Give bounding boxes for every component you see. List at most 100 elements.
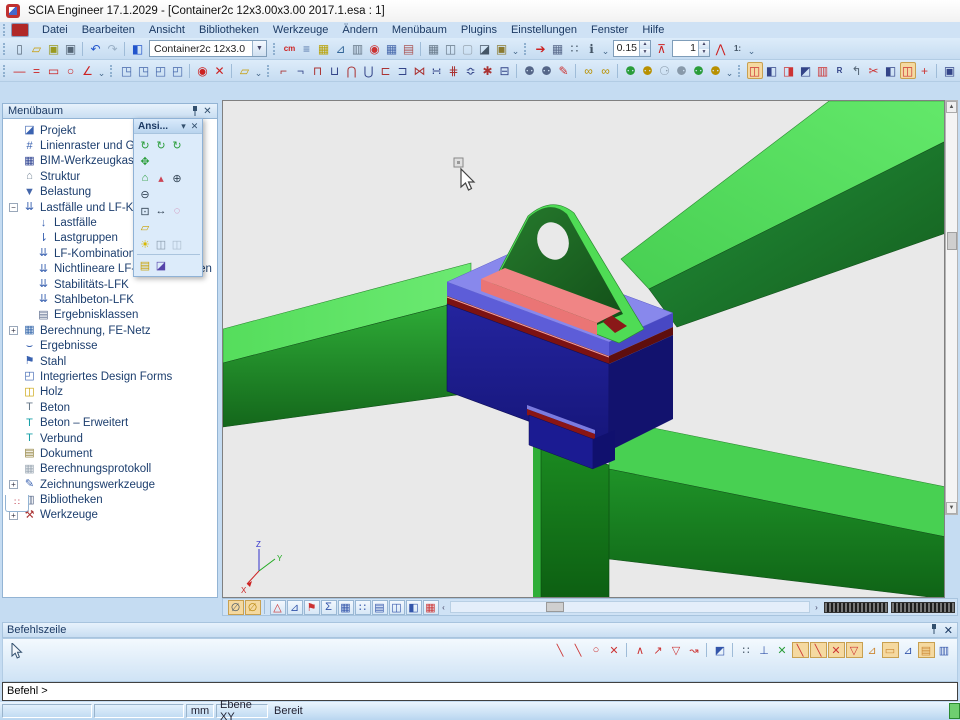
snap-edge-icon[interactable]: ╲ <box>810 642 827 658</box>
snap-icon[interactable] <box>732 643 734 657</box>
polyline-icon[interactable]: ▭ <box>46 62 62 79</box>
tool-icon[interactable] <box>231 64 233 78</box>
tree-item-design-forms[interactable]: ◰ Integriertes Design Forms <box>3 369 217 384</box>
tree-item-ergebnisklassen[interactable]: ▤ Ergebnisklassen <box>3 308 217 323</box>
people-icon[interactable]: ⚉ <box>623 62 639 79</box>
send-icon[interactable]: ➔ <box>533 40 549 57</box>
tree-item-stahl[interactable]: ⚑ Stahl <box>3 354 217 369</box>
pen-icon[interactable]: ✎ <box>556 62 572 79</box>
tool-icon[interactable]: ⌄ <box>724 62 735 79</box>
grid-icon[interactable]: ▦ <box>316 40 332 57</box>
add-select-icon[interactable]: + <box>917 62 933 79</box>
render-shade-icon[interactable]: ∅ <box>245 600 261 615</box>
member-tool-icon[interactable]: ⋃ <box>361 62 377 79</box>
double-line-icon[interactable]: = <box>29 62 45 79</box>
member-tool-icon[interactable]: ⊓ <box>310 62 326 79</box>
preview-icon[interactable]: ◫ <box>443 40 459 57</box>
select-all-icon[interactable]: ◫ <box>900 62 916 79</box>
resize-grip[interactable] <box>949 703 960 719</box>
render-wire-icon[interactable]: ∅ <box>228 600 244 615</box>
close-icon[interactable]: ✕ <box>944 624 953 637</box>
ucs-icon[interactable]: ⊿ <box>333 40 349 57</box>
menu-item[interactable]: Plugins <box>454 22 504 38</box>
snap-node-icon[interactable]: ╲ <box>792 642 809 658</box>
member-tool-icon[interactable]: ⋈ <box>412 62 428 79</box>
member-tool-icon[interactable]: ∺ <box>429 62 445 79</box>
line-icon[interactable]: — <box>12 62 28 79</box>
view-toolbar-floating[interactable]: Ansi... ▾ ✕ ↻↻↻✥⌂▴⊕⊖⊡↔◌▱☀◫◫▤◪ <box>133 118 203 277</box>
connect-icon[interactable]: ⚉ <box>522 62 538 79</box>
member-tool-icon[interactable]: ⊏ <box>378 62 394 79</box>
snap-cursor-icon[interactable]: ◩ <box>712 642 729 658</box>
show-window-icon[interactable]: ◫ <box>389 600 405 615</box>
render2-icon[interactable]: ◫ <box>170 237 185 252</box>
show-window2-icon[interactable]: ◧ <box>406 600 422 615</box>
tool-icon[interactable] <box>273 43 278 55</box>
snap-icon[interactable] <box>706 643 708 657</box>
menu-item[interactable]: Fenster <box>584 22 635 38</box>
tool-icon[interactable] <box>189 64 191 78</box>
snap-grid-icon[interactable]: ∷ <box>738 642 755 658</box>
walk-mode-icon[interactable]: ▴ <box>154 171 169 186</box>
tool-icon[interactable] <box>110 65 115 77</box>
select-node-icon[interactable]: ◫ <box>747 62 763 79</box>
info-icon[interactable]: ℹ <box>584 40 600 57</box>
menu-item[interactable]: Bearbeiten <box>75 22 142 38</box>
tree-item-holz[interactable]: ◫ Holz <box>3 385 217 400</box>
snap-icon[interactable] <box>626 643 628 657</box>
snap-surface-icon[interactable]: ▭ <box>882 642 899 658</box>
snap-angle-icon[interactable]: ⊿ <box>900 642 917 658</box>
zoom-home-icon[interactable]: ⌂ <box>138 171 153 186</box>
combo-dropdown-icon[interactable]: ▼ <box>252 41 266 56</box>
dots-icon[interactable]: ∷ <box>567 40 583 57</box>
show-doc-icon[interactable]: ▤ <box>372 600 388 615</box>
angle-draw-icon[interactable]: ∠ <box>80 62 96 79</box>
tree-item-beton-erweitert[interactable]: T Beton – Erweitert <box>3 415 217 430</box>
member-tool-icon[interactable]: ⊐ <box>395 62 411 79</box>
menu-item[interactable]: Ändern <box>335 22 384 38</box>
cut-icon[interactable]: ✂ <box>866 62 882 79</box>
people-icon[interactable]: ⚉ <box>691 62 707 79</box>
zoom-out-icon[interactable]: ⊖ <box>138 187 153 202</box>
angle-icon[interactable]: ⋀ <box>713 40 729 57</box>
show-axes-icon[interactable]: △ <box>270 600 286 615</box>
tree-expander-icon[interactable]: + <box>9 480 18 489</box>
snap-circle-icon[interactable]: ○ <box>588 642 605 658</box>
project-combo[interactable]: Container2c 12x3.0 ▼ <box>149 40 267 57</box>
show-points-icon[interactable]: ∷ <box>355 600 371 615</box>
show-layers-icon[interactable]: ▦ <box>338 600 354 615</box>
scroll-up-icon[interactable]: ▲ <box>946 101 957 113</box>
protocol-icon[interactable]: ▢ <box>460 40 476 57</box>
command-input[interactable]: Befehl > <box>2 682 958 701</box>
windows-icon[interactable]: ▦ <box>384 40 400 57</box>
delete-icon[interactable]: ✕ <box>212 62 228 79</box>
marker-icon[interactable]: ⊼ <box>654 40 670 57</box>
member-tool-icon[interactable]: ⊔ <box>327 62 343 79</box>
people-icon[interactable]: ⚉ <box>708 62 724 79</box>
layers-icon[interactable]: ≡ <box>299 40 315 57</box>
chevron-down-icon[interactable]: ▾ <box>178 121 189 132</box>
snap-cross-icon[interactable]: ✕ <box>606 642 623 658</box>
view-z-icon[interactable]: ↻ <box>170 138 185 153</box>
table-icon[interactable]: ▤ <box>401 40 417 57</box>
close-icon[interactable]: ✕ <box>189 121 200 132</box>
count-spinner[interactable]: 1 ▲▼ <box>672 40 710 57</box>
tree-item-bibliotheken[interactable]: + ▥ Bibliotheken <box>3 492 217 507</box>
pin-icon[interactable] <box>188 105 201 118</box>
tree-item-stabilitaets-lfk[interactable]: ⇊ Stabilitäts-LFK <box>3 277 217 292</box>
view-axo-icon[interactable]: ✥ <box>138 154 153 169</box>
member-tool-icon[interactable]: ≎ <box>463 62 479 79</box>
project-window-icon[interactable]: ◧ <box>130 40 146 57</box>
tree-item-berechnungsprotokoll[interactable]: ▦ Berechnungsprotokoll <box>3 462 217 477</box>
show-labels-icon[interactable]: Σ <box>321 600 337 615</box>
app-menu-icon[interactable] <box>11 23 29 37</box>
tool-icon[interactable] <box>738 65 743 77</box>
select-surface-icon[interactable]: ◨ <box>781 62 797 79</box>
clipboard-view-icon[interactable]: ▤ <box>138 258 153 273</box>
people-icon[interactable]: ⚆ <box>657 62 673 79</box>
select-layer-icon[interactable]: ◧ <box>883 62 899 79</box>
tree-expander-icon[interactable]: + <box>9 511 18 520</box>
member-tool-icon[interactable]: ⋂ <box>344 62 360 79</box>
menu-item[interactable]: Datei <box>35 22 75 38</box>
light-icon[interactable]: ☀ <box>138 237 153 252</box>
